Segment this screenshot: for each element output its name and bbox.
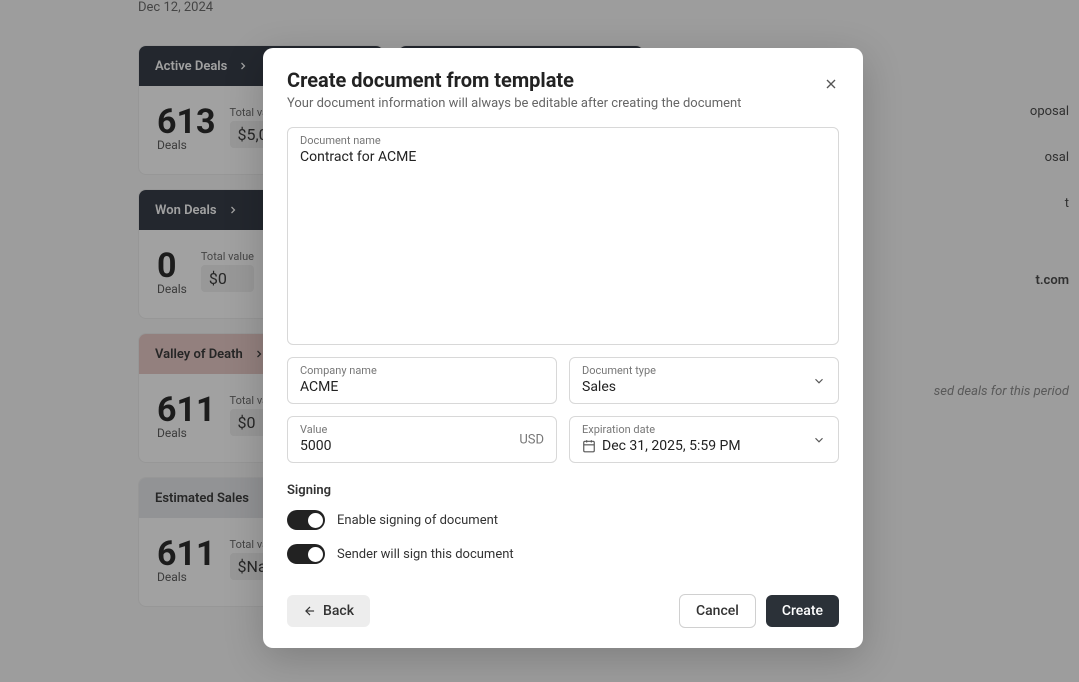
- field-label: Value: [300, 423, 544, 436]
- field-label: Company name: [300, 364, 544, 377]
- modal-subtitle: Your document information will always be…: [287, 96, 839, 111]
- close-icon: [823, 76, 839, 92]
- create-document-modal: Create document from template Your docum…: [263, 48, 863, 648]
- toggle-label: Sender will sign this document: [337, 547, 514, 562]
- value-field[interactable]: Value USD: [287, 416, 557, 463]
- cancel-button[interactable]: Cancel: [679, 594, 756, 628]
- modal-title: Create document from template: [287, 68, 839, 92]
- toggle-label: Enable signing of document: [337, 513, 498, 528]
- chevron-down-icon: [812, 374, 826, 388]
- calendar-icon: [582, 439, 596, 453]
- arrow-left-icon: [303, 604, 317, 618]
- field-label: Document type: [582, 364, 826, 377]
- enable-signing-toggle[interactable]: [287, 510, 325, 530]
- document-name-field[interactable]: Document name: [287, 127, 839, 345]
- value-input[interactable]: [300, 436, 544, 456]
- field-label: Expiration date: [582, 423, 826, 436]
- back-button-label: Back: [323, 603, 354, 619]
- close-button[interactable]: [819, 72, 843, 96]
- chevron-down-icon: [812, 433, 826, 447]
- field-label: Document name: [300, 134, 826, 147]
- document-type-field[interactable]: Document type Sales: [569, 357, 839, 404]
- currency-suffix: USD: [519, 432, 544, 447]
- sender-signs-toggle[interactable]: [287, 544, 325, 564]
- document-type-value: Sales: [582, 377, 826, 397]
- document-name-input[interactable]: [300, 147, 826, 167]
- signing-section-label: Signing: [287, 483, 839, 498]
- company-name-field[interactable]: Company name: [287, 357, 557, 404]
- create-button[interactable]: Create: [766, 595, 839, 627]
- back-button[interactable]: Back: [287, 595, 370, 627]
- expiration-date-value: Dec 31, 2025, 5:59 PM: [602, 436, 826, 456]
- company-name-input[interactable]: [300, 377, 544, 397]
- expiration-date-field[interactable]: Expiration date Dec 31, 2025, 5:59 PM: [569, 416, 839, 463]
